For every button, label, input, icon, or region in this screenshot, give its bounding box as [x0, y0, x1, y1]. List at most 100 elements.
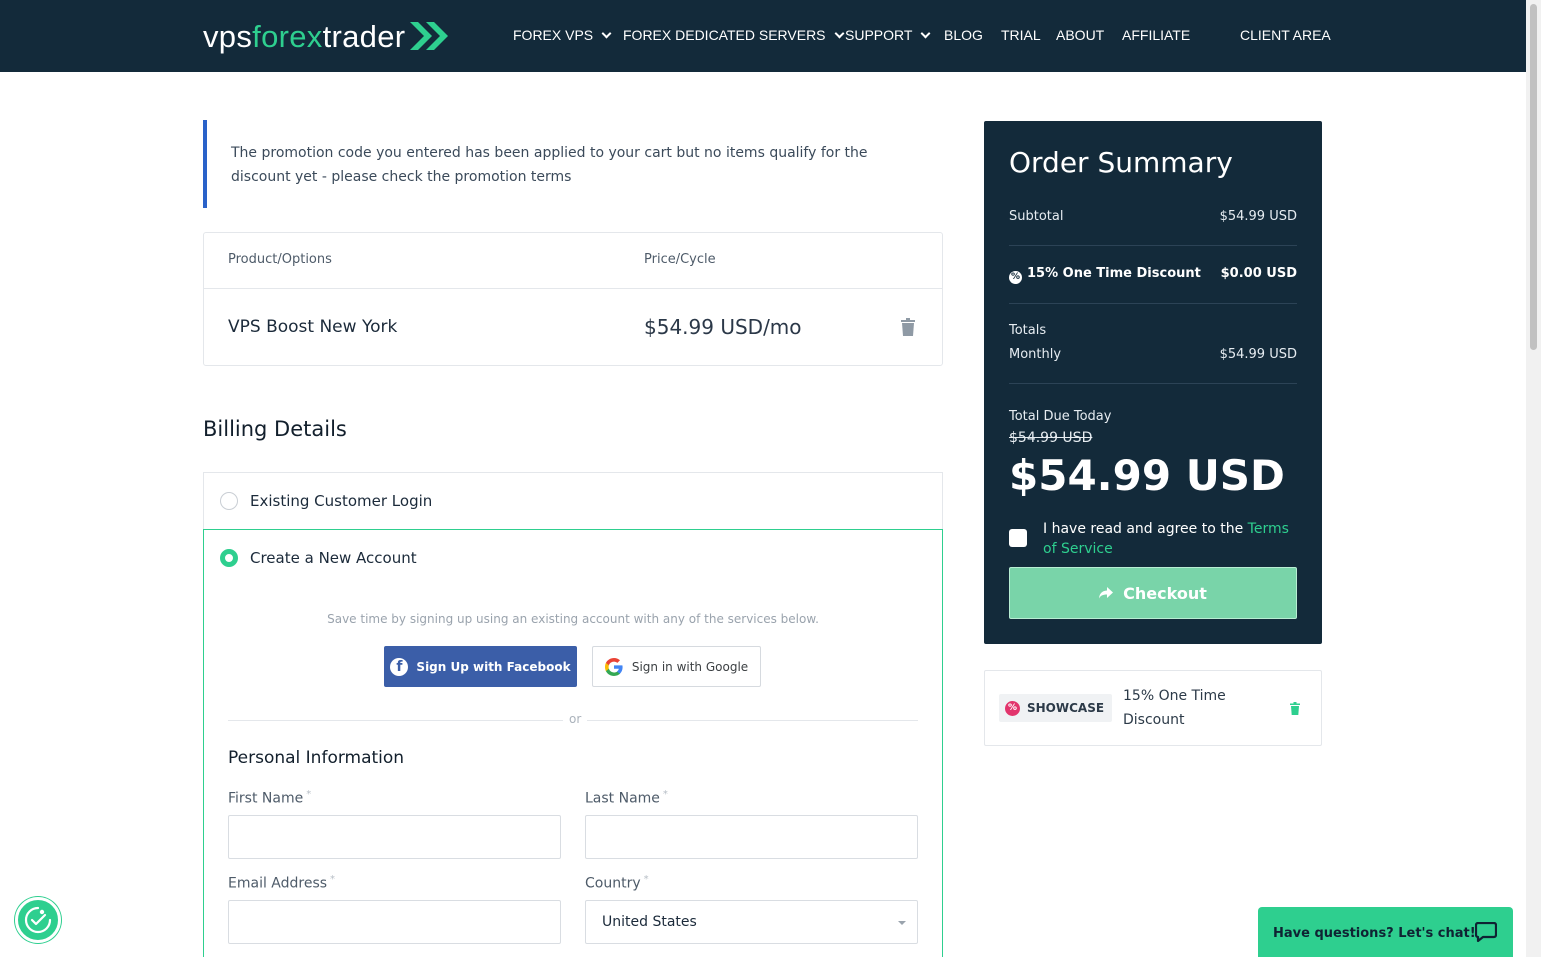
nav-label: FOREX VPS [513, 27, 594, 43]
monthly-label: Monthly [1009, 347, 1062, 362]
terms-checkbox[interactable] [1009, 529, 1027, 547]
promo-alert: The promotion code you entered has been … [203, 120, 943, 208]
promo-badge-icon: % [1005, 700, 1020, 716]
nav-label: SUPPORT [845, 27, 913, 43]
discount-row: % 15% One Time Discount $0.00 USD [1009, 266, 1297, 284]
first-name-label: First Name * [228, 789, 311, 807]
logo-text-vps: vps [203, 18, 253, 54]
country-label: Country * [585, 874, 649, 892]
promo-code-badge: % SHOWCASE [999, 694, 1113, 722]
chevron-down-icon [920, 28, 931, 38]
product-name: VPS Boost New York [228, 317, 398, 337]
cart-table: Product/Options Price/Cycle VPS Boost Ne… [203, 232, 943, 366]
billing-details-title: Billing Details [203, 417, 347, 441]
nav-support[interactable]: SUPPORT [845, 27, 931, 43]
scrollbar-thumb[interactable] [1530, 4, 1537, 350]
trash-icon[interactable] [901, 318, 915, 336]
nav-forex-dedicated-servers[interactable]: FOREX DEDICATED SERVERS [623, 27, 844, 43]
create-account-label: Create a New Account [250, 549, 417, 567]
accessibility-widget-button[interactable] [15, 897, 61, 943]
nav-blog[interactable]: BLOG [944, 27, 983, 43]
chat-bubble-icon [1475, 922, 1497, 942]
required-mark: * [643, 874, 649, 885]
nav-about[interactable]: ABOUT [1056, 27, 1104, 43]
facebook-signup-label: Sign Up with Facebook [416, 659, 571, 674]
logo-arrows-icon [408, 20, 450, 52]
nav-affiliate[interactable]: AFFILIATE [1122, 27, 1190, 43]
or-divider-text: or [563, 712, 588, 726]
country-select-value: United States [602, 914, 697, 930]
header-price-cycle: Price/Cycle [644, 252, 716, 267]
google-icon [604, 657, 623, 676]
subtotal-label: Subtotal [1009, 209, 1064, 224]
product-price: $54.99 USD/mo [644, 315, 802, 339]
applied-promo-box: % SHOWCASE 15% One Time Discount [984, 670, 1322, 746]
monthly-value: $54.99 USD [1219, 347, 1297, 362]
google-signin-button[interactable]: Sign in with Google [592, 646, 761, 687]
nav-label: TRIAL [1001, 27, 1041, 43]
google-signin-label: Sign in with Google [631, 659, 749, 674]
social-signup-hint: Save time by signing up using an existin… [327, 612, 819, 626]
promo-code-text: SHOWCASE [1027, 701, 1105, 715]
checkout-button[interactable]: Checkout [1009, 567, 1297, 619]
required-mark: * [662, 789, 668, 800]
chevron-down-icon [601, 28, 612, 38]
total-due-label: Total Due Today [1009, 409, 1112, 424]
personal-information-title: Personal Information [228, 748, 405, 768]
country-label-text: Country [585, 875, 641, 892]
nav-label: AFFILIATE [1122, 27, 1191, 43]
nav-forex-vps[interactable]: FOREX VPS [513, 27, 612, 43]
order-summary-panel: Order Summary Subtotal $54.99 USD % 15% O… [984, 121, 1322, 644]
nav-label: BLOG [944, 27, 983, 43]
brand-logo[interactable]: vpsforextrader [203, 16, 450, 56]
cart-table-header: Product/Options Price/Cycle [204, 233, 942, 289]
terms-agreement-text: I have read and agree to the [1043, 521, 1244, 537]
order-summary-title: Order Summary [1009, 146, 1233, 179]
required-mark: * [330, 874, 336, 885]
checkout-label: Checkout [1123, 583, 1207, 603]
live-chat-button[interactable]: Have questions? Let's chat! [1258, 907, 1513, 957]
logo-text-trader: trader [322, 18, 406, 54]
header-product-options: Product/Options [228, 252, 332, 267]
create-account-panel: Create a New Account Save time by signin… [203, 529, 943, 957]
create-account-radio[interactable] [220, 549, 238, 567]
facebook-signup-button[interactable]: f Sign Up with Facebook [384, 646, 577, 687]
terms-agreement: I have read and agree to the Terms of Se… [1043, 519, 1299, 559]
email-input[interactable] [228, 900, 561, 944]
email-label: Email Address * [228, 874, 335, 892]
summary-divider [1009, 303, 1297, 304]
logo-text-forex: forex [252, 18, 323, 54]
facebook-icon: f [390, 657, 409, 676]
top-navigation-bar: vpsforextrader FOREX VPS FOREX DEDICATED… [0, 0, 1526, 72]
last-name-label: Last Name * [585, 789, 668, 807]
page-scrollbar[interactable] [1526, 0, 1541, 957]
email-label-text: Email Address [228, 875, 328, 892]
nav-label: ABOUT [1056, 27, 1105, 43]
summary-divider [1009, 383, 1297, 384]
discount-badge-icon: % [1009, 271, 1022, 284]
existing-login-label: Existing Customer Login [250, 492, 433, 510]
accessibility-icon [24, 906, 52, 934]
country-select[interactable]: United States [585, 900, 918, 944]
existing-customer-login-option[interactable]: Existing Customer Login [203, 472, 943, 530]
nav-trial[interactable]: TRIAL [1001, 27, 1041, 43]
totals-label: Totals [1009, 323, 1047, 338]
subtotal-row: Subtotal $54.99 USD [1009, 209, 1297, 224]
chevron-down-icon [834, 28, 844, 38]
first-name-input[interactable] [228, 815, 561, 859]
promo-alert-text: The promotion code you entered has been … [231, 145, 868, 185]
nav-label: CLIENT AREA [1240, 27, 1331, 43]
last-name-input[interactable] [585, 815, 918, 859]
share-arrow-icon [1099, 587, 1114, 599]
discount-label: 15% One Time Discount [1027, 266, 1201, 281]
remove-promo-trash-icon[interactable] [1290, 702, 1300, 715]
summary-divider [1009, 245, 1297, 246]
original-total: $54.99 USD [1009, 430, 1093, 446]
chat-label: Have questions? Let's chat! [1273, 925, 1476, 941]
nav-client-area[interactable]: CLIENT AREA [1240, 27, 1331, 43]
discount-value: $0.00 USD [1220, 266, 1297, 281]
required-mark: * [306, 789, 312, 800]
logo-wordmark: vpsforextrader [203, 21, 405, 52]
last-name-label-text: Last Name [585, 790, 660, 807]
existing-login-radio[interactable] [220, 492, 238, 510]
